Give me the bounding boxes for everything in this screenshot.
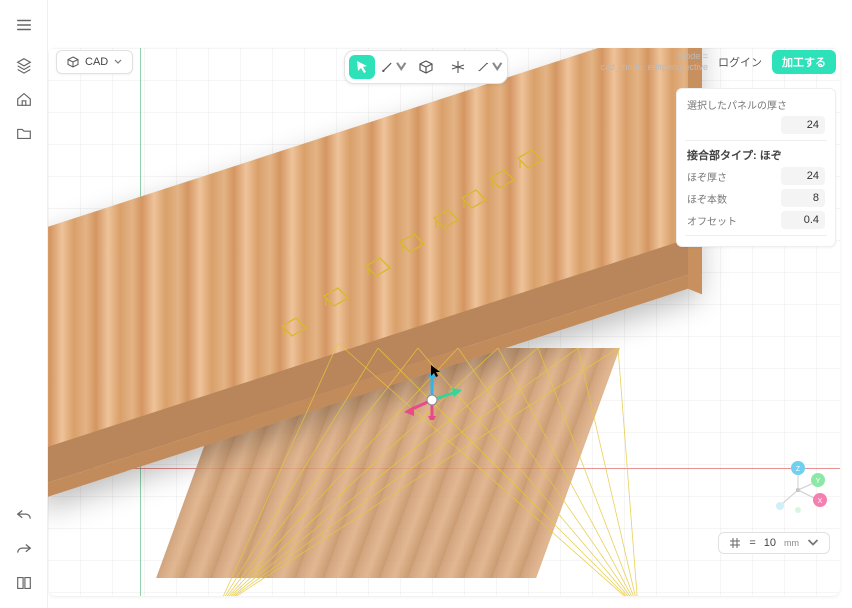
mode-chip-label: CAD xyxy=(85,56,108,68)
redo-icon[interactable] xyxy=(13,538,35,560)
cube-icon xyxy=(67,56,79,68)
layers-icon[interactable] xyxy=(13,54,35,76)
offset-label: オフセット xyxy=(687,213,737,228)
tenon-thickness-label: ほぞ厚さ xyxy=(687,169,727,184)
folder-icon[interactable] xyxy=(13,122,35,144)
login-link[interactable]: ログイン xyxy=(718,54,762,70)
mode-chip-cad[interactable]: CAD xyxy=(56,50,133,74)
undo-icon[interactable] xyxy=(13,504,35,526)
panel-thickness-label: 選択したパネルの厚さ xyxy=(687,97,825,112)
top-toolbar xyxy=(344,50,508,84)
select-tool[interactable] xyxy=(349,55,375,79)
measure-tool[interactable] xyxy=(477,55,503,79)
chevron-down-icon xyxy=(114,58,122,66)
home-icon[interactable] xyxy=(13,88,35,110)
menu-icon[interactable] xyxy=(13,14,35,36)
top-right-area: mode = cad_mode: editperspective ログイン 加工… xyxy=(600,50,836,74)
line-tool[interactable] xyxy=(381,55,407,79)
svg-text:Z: Z xyxy=(796,466,801,473)
box-tool[interactable] xyxy=(413,55,439,79)
properties-panel: 選択したパネルの厚さ 接合部タイプ: ほぞ ほぞ厚さ ほぞ本数 オフセット xyxy=(676,88,836,247)
joint-section-title: 接合部タイプ: ほぞ xyxy=(687,147,825,163)
mode-debug-text: mode = cad_mode: editperspective xyxy=(600,51,708,73)
cursor-icon xyxy=(430,364,444,378)
app-root: { "header": { "cad_label": "CAD", "mode_… xyxy=(0,0,852,608)
tenon-thickness-input[interactable] xyxy=(781,167,825,185)
grid-tool[interactable] xyxy=(445,55,471,79)
svg-text:X: X xyxy=(818,498,823,505)
offset-input[interactable] xyxy=(781,211,825,229)
tenon-count-input[interactable] xyxy=(781,189,825,207)
tenon-count-label: ほぞ本数 xyxy=(687,191,727,206)
book-icon[interactable] xyxy=(13,572,35,594)
left-toolbar xyxy=(0,0,48,608)
process-button[interactable]: 加工する xyxy=(772,50,836,74)
svg-text:Y: Y xyxy=(816,478,821,485)
axis-orientation-widget[interactable]: Z Y X xyxy=(768,460,828,520)
grid-size-value: 10 xyxy=(764,537,776,549)
panel-thickness-input[interactable] xyxy=(781,116,825,134)
grid-size-unit: mm xyxy=(784,538,799,548)
grid-icon xyxy=(729,537,741,549)
grid-size-indicator[interactable]: = 10 mm xyxy=(718,532,830,554)
grid-size-equals: = xyxy=(749,537,755,549)
chevron-down-icon xyxy=(807,537,819,549)
